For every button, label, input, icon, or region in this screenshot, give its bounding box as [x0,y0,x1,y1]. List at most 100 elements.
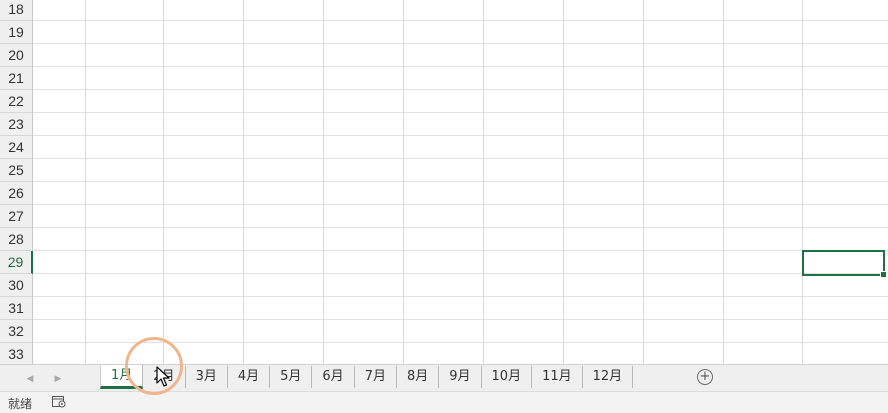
sheet-tab[interactable]: 9月 [439,366,482,388]
grid-cell[interactable] [724,113,803,136]
grid-cell[interactable] [484,182,564,205]
grid-cell[interactable] [644,159,724,182]
grid-cell[interactable] [724,0,803,21]
grid-cell[interactable] [164,44,244,67]
grid-cell[interactable] [86,274,164,297]
grid-cell[interactable] [564,297,644,320]
grid-cell[interactable] [33,44,86,67]
grid-cell[interactable] [244,21,324,44]
grid-cell[interactable] [164,182,244,205]
grid-cell[interactable] [164,21,244,44]
grid-cell[interactable] [803,67,888,90]
sheet-tab[interactable]: 4月 [228,366,271,388]
grid-cell[interactable] [86,228,164,251]
grid-cell[interactable] [404,205,484,228]
row-header[interactable]: 30 [0,274,33,297]
sheet-tab[interactable]: 11月 [532,366,583,388]
grid-cell[interactable] [644,90,724,113]
grid-cell[interactable] [564,113,644,136]
grid-cell[interactable] [33,274,86,297]
grid-cell[interactable] [564,182,644,205]
grid-cell[interactable] [644,274,724,297]
grid-cell[interactable] [724,251,803,274]
sheet-tab[interactable]: 2月 [143,366,186,388]
grid-cell[interactable] [244,90,324,113]
grid-cell[interactable] [724,136,803,159]
grid-cell[interactable] [33,90,86,113]
grid-cell[interactable] [86,0,164,21]
grid-cell[interactable] [33,251,86,274]
grid-cell[interactable] [404,320,484,343]
row-header[interactable]: 31 [0,297,33,320]
row-header[interactable]: 33 [0,343,33,364]
row-header[interactable]: 28 [0,228,33,251]
grid-cell[interactable] [164,343,244,364]
grid-cell[interactable] [324,343,404,364]
grid-cell[interactable] [324,21,404,44]
grid-cell[interactable] [164,90,244,113]
grid-cell[interactable] [803,205,888,228]
grid-cell[interactable] [324,320,404,343]
grid-cell[interactable] [564,136,644,159]
grid-cell[interactable] [484,44,564,67]
grid-cell[interactable] [803,182,888,205]
grid-cell[interactable] [484,297,564,320]
grid-cell[interactable] [244,251,324,274]
grid-cell[interactable] [324,228,404,251]
grid-cell[interactable] [33,297,86,320]
grid-cell[interactable] [724,274,803,297]
row-header[interactable]: 20 [0,44,33,67]
grid-cell[interactable] [724,297,803,320]
row-header[interactable]: 19 [0,21,33,44]
grid-cell[interactable] [324,205,404,228]
grid-cell[interactable] [644,113,724,136]
grid-cell[interactable] [644,228,724,251]
grid-cell[interactable] [803,320,888,343]
grid-cell[interactable] [803,21,888,44]
grid-cell[interactable] [644,297,724,320]
grid-cell[interactable] [86,21,164,44]
grid-cell[interactable] [564,205,644,228]
grid-cell[interactable] [644,44,724,67]
grid-cell[interactable] [484,90,564,113]
grid-cell[interactable] [33,136,86,159]
grid-cell[interactable] [244,67,324,90]
grid-cell[interactable] [324,90,404,113]
grid-cell[interactable] [484,113,564,136]
grid-cell[interactable] [803,274,888,297]
grid-cell[interactable] [484,159,564,182]
grid-cell[interactable] [404,274,484,297]
scroll-tabs-left-icon[interactable]: ◀ [24,371,36,385]
grid-cell[interactable] [564,21,644,44]
grid-cell[interactable] [33,228,86,251]
grid-cell[interactable] [324,251,404,274]
grid-cell[interactable] [324,113,404,136]
grid-cell[interactable] [244,320,324,343]
grid-cell[interactable] [324,67,404,90]
grid-cell[interactable] [644,136,724,159]
grid-cell[interactable] [33,343,86,364]
grid-cell[interactable] [86,159,164,182]
grid-cell[interactable] [644,67,724,90]
grid-cell[interactable] [164,274,244,297]
grid-cell[interactable] [644,21,724,44]
grid-cell[interactable] [724,182,803,205]
grid-cell[interactable] [244,159,324,182]
grid-cell[interactable] [724,205,803,228]
grid-cell[interactable] [404,159,484,182]
grid-cell[interactable] [724,67,803,90]
grid-cell[interactable] [33,0,86,21]
grid-cell[interactable] [404,0,484,21]
grid-cell[interactable] [244,44,324,67]
macro-record-icon[interactable] [52,396,66,408]
grid-cell[interactable] [33,21,86,44]
grid-cell[interactable] [564,251,644,274]
grid-cell[interactable] [484,228,564,251]
grid-cell[interactable] [86,67,164,90]
sheet-tab[interactable]: 1月 [100,365,144,389]
sheet-tab[interactable]: 5月 [270,366,313,388]
grid-cell[interactable] [33,182,86,205]
grid-cell[interactable] [484,320,564,343]
grid-cell[interactable] [244,0,324,21]
grid-cell[interactable] [803,136,888,159]
